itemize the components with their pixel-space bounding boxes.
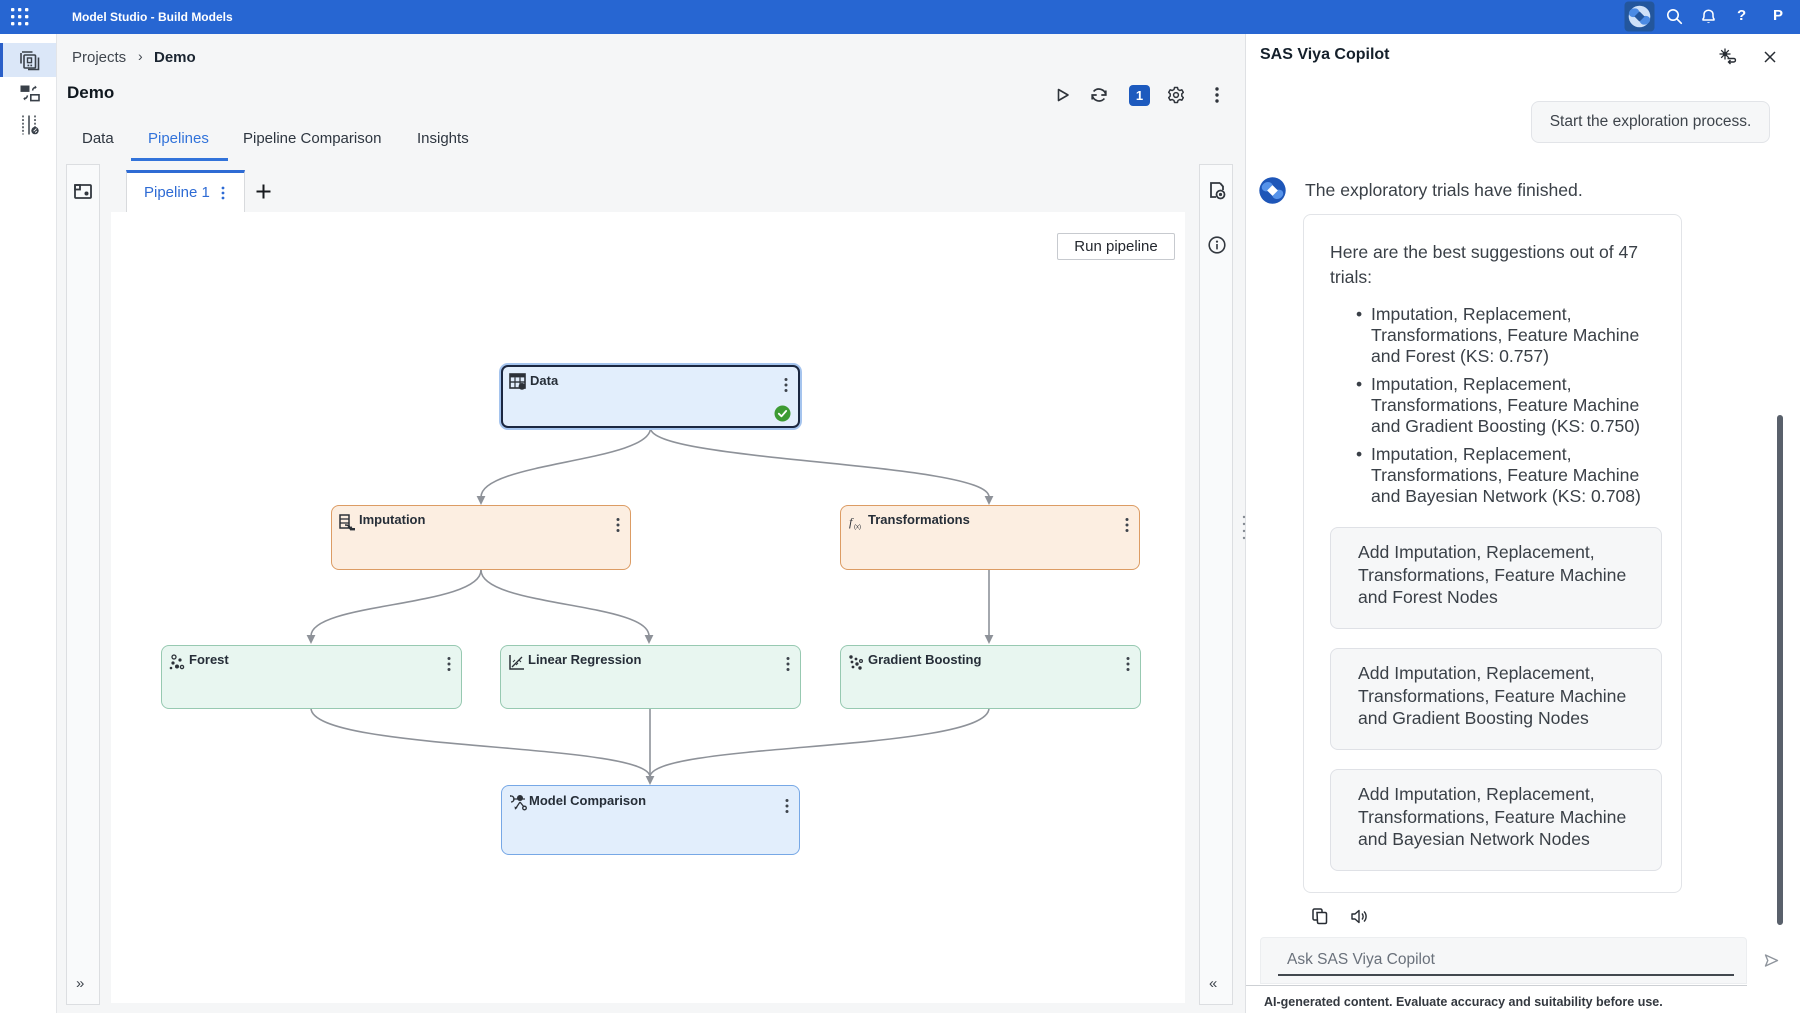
svg-text:(x): (x) — [854, 525, 861, 531]
